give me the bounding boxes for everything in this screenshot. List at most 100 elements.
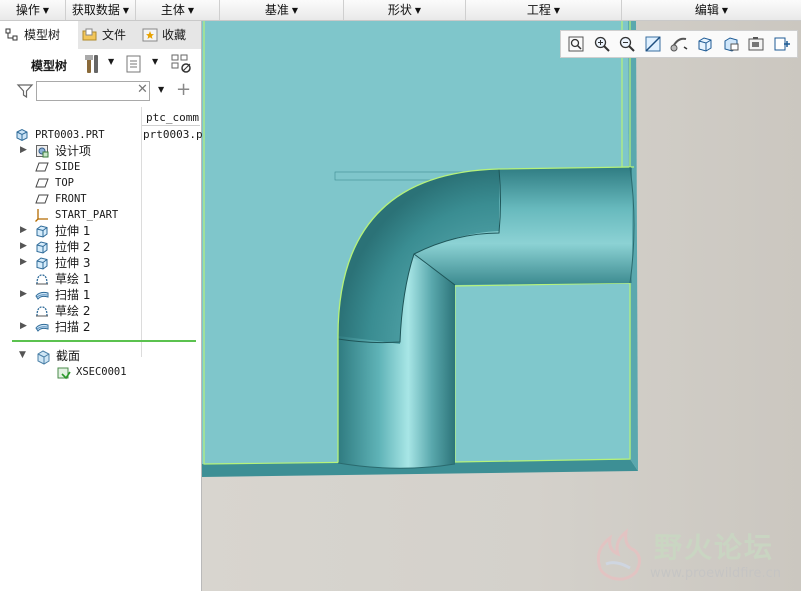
tree-item[interactable]: 草绘 2 bbox=[0, 303, 140, 319]
navigator-tabs: 模型树 文件 收藏 bbox=[0, 21, 201, 49]
menu-editing[interactable]: 编辑 ▼ bbox=[622, 0, 801, 20]
cross-section-icon bbox=[57, 367, 71, 380]
tree-item-label: SIDE bbox=[55, 161, 81, 173]
perspective-button[interactable] bbox=[745, 33, 767, 55]
datum-plane-icon bbox=[35, 160, 49, 174]
tree-item-label: FRONT bbox=[55, 193, 87, 205]
tree-item[interactable]: FRONT bbox=[0, 191, 140, 207]
menu-datum[interactable]: 基准 ▼ bbox=[220, 0, 344, 20]
caret-down-icon[interactable]: ▼ bbox=[152, 57, 158, 66]
tree-item[interactable]: ▶ 设计项 bbox=[0, 143, 140, 159]
tree-toolbar: 模型树 ▼ ▼ bbox=[0, 51, 201, 77]
settings-tools-icon[interactable] bbox=[82, 53, 104, 75]
tab-favorites[interactable]: 收藏 bbox=[138, 21, 201, 49]
clear-icon[interactable]: ✕ bbox=[137, 82, 148, 97]
tree-item[interactable]: SIDE bbox=[0, 159, 140, 175]
tree-item-label: 草绘 1 bbox=[55, 272, 91, 286]
extrude-icon bbox=[35, 240, 49, 254]
annotation-display-button[interactable] bbox=[771, 33, 793, 55]
tree-item[interactable]: ▶ 扫描 1 bbox=[0, 287, 140, 303]
watermark-title: 野火论坛 bbox=[654, 531, 775, 564]
tree-item-label: 截面 bbox=[56, 349, 81, 363]
graphics-viewport[interactable]: 野火论坛 www.proewildfire.cn bbox=[202, 21, 801, 591]
expand-arrow-icon[interactable]: ▶ bbox=[20, 321, 27, 331]
tree-item[interactable]: ▶ 扫描 2 bbox=[0, 319, 140, 335]
tree-item[interactable]: START_PART bbox=[0, 207, 140, 223]
tree-item[interactable]: TOP bbox=[0, 175, 140, 191]
tree-item-label: 拉伸 1 bbox=[55, 224, 91, 238]
expand-arrow-icon[interactable]: ▶ bbox=[20, 289, 27, 299]
favorites-icon bbox=[142, 28, 158, 42]
tree-insert-indicator bbox=[12, 340, 196, 342]
refit-icon bbox=[568, 36, 584, 52]
display-style-button[interactable] bbox=[694, 33, 716, 55]
sketch-icon bbox=[35, 304, 49, 318]
expand-open-icon[interactable]: ▼ bbox=[19, 350, 26, 360]
zoom-out-button[interactable] bbox=[617, 33, 639, 55]
ribbon-menu-bar: 操作 ▼ 获取数据 ▼ 主体 ▼ 基准 ▼ 形状 ▼ 工程 ▼ 编辑 ▼ bbox=[0, 0, 801, 21]
tree-item[interactable]: ▶ 拉伸 1 bbox=[0, 223, 140, 239]
column-cell-value: prt0003.p bbox=[143, 128, 203, 141]
saved-views-button[interactable] bbox=[668, 33, 690, 55]
tab-folder-browser[interactable]: 文件 bbox=[78, 21, 138, 49]
display-style-icon bbox=[698, 37, 712, 52]
zoom-in-button[interactable] bbox=[591, 33, 613, 55]
filter-icon[interactable] bbox=[16, 82, 34, 100]
tab-model-tree[interactable]: 模型树 bbox=[0, 21, 78, 49]
coordinate-system-icon bbox=[35, 208, 49, 222]
reorient-button[interactable] bbox=[642, 33, 664, 55]
expand-arrow-icon[interactable]: ▶ bbox=[20, 257, 27, 267]
tree-item-label: PRT0003.PRT bbox=[35, 129, 105, 141]
zoom-out-icon bbox=[620, 36, 636, 52]
view-manager-button[interactable] bbox=[720, 33, 742, 55]
tab-label: 文件 bbox=[102, 28, 127, 42]
menu-shapes[interactable]: 形状 ▼ bbox=[344, 0, 466, 20]
tree-search-input[interactable] bbox=[36, 81, 150, 101]
tree-item[interactable]: ▶ 拉伸 3 bbox=[0, 255, 140, 271]
column-header-ptc-common[interactable]: ptc_comm bbox=[146, 111, 199, 124]
expand-arrow-icon[interactable]: ▶ bbox=[20, 225, 27, 235]
tree-toolbar-label: 模型树 bbox=[31, 59, 68, 73]
menu-label: 工程 bbox=[526, 3, 551, 17]
caret-down-icon: ▼ bbox=[122, 6, 130, 15]
tree-item-label: 拉伸 2 bbox=[55, 240, 91, 254]
menu-engineering[interactable]: 工程 ▼ bbox=[466, 0, 622, 20]
tree-item-label: 设计项 bbox=[55, 144, 92, 158]
menu-label: 操作 bbox=[15, 3, 40, 17]
tree-item-xsec0001[interactable]: XSEC0001 bbox=[0, 364, 140, 380]
part-icon bbox=[15, 128, 29, 142]
sweep-icon bbox=[35, 320, 49, 334]
tree-filter-row: ✕ ▼ + bbox=[0, 79, 201, 105]
tree-item-sections[interactable]: ▼ 截面 bbox=[0, 348, 140, 365]
refit-button[interactable] bbox=[565, 33, 587, 55]
sections-folder-icon bbox=[37, 350, 50, 365]
column-header-divider bbox=[142, 125, 200, 126]
tree-item[interactable]: PRT0003.PRT bbox=[0, 127, 140, 143]
datum-plane-icon bbox=[35, 176, 49, 190]
tree-item[interactable]: 草绘 1 bbox=[0, 271, 140, 287]
tab-label: 模型树 bbox=[24, 28, 61, 42]
caret-down-icon[interactable]: ▼ bbox=[158, 85, 164, 94]
menu-body[interactable]: 主体 ▼ bbox=[136, 0, 220, 20]
plate-pocket-face bbox=[454, 282, 631, 463]
perspective-icon bbox=[748, 37, 764, 51]
caret-down-icon[interactable]: ▼ bbox=[108, 57, 114, 66]
tree-columns-icon[interactable] bbox=[170, 53, 194, 75]
menu-label: 基准 bbox=[264, 3, 289, 17]
caret-down-icon: ▼ bbox=[291, 6, 299, 15]
column-divider[interactable] bbox=[141, 107, 142, 357]
reorient-icon bbox=[645, 36, 661, 52]
add-icon[interactable]: + bbox=[176, 79, 191, 100]
model-3d-view[interactable] bbox=[202, 21, 801, 591]
menu-operations[interactable]: 操作 ▼ bbox=[0, 0, 66, 20]
extrude-icon bbox=[35, 224, 49, 238]
design-items-icon bbox=[35, 144, 49, 158]
view-manager-icon bbox=[724, 37, 739, 52]
model-tree-icon bbox=[5, 28, 18, 41]
tree-item[interactable]: ▶ 拉伸 2 bbox=[0, 239, 140, 255]
menu-label: 主体 bbox=[160, 3, 185, 17]
menu-get-data[interactable]: 获取数据 ▼ bbox=[66, 0, 136, 20]
expand-arrow-icon[interactable]: ▶ bbox=[20, 241, 27, 251]
expand-arrow-icon[interactable]: ▶ bbox=[20, 145, 27, 155]
show-list-icon[interactable] bbox=[124, 54, 144, 74]
